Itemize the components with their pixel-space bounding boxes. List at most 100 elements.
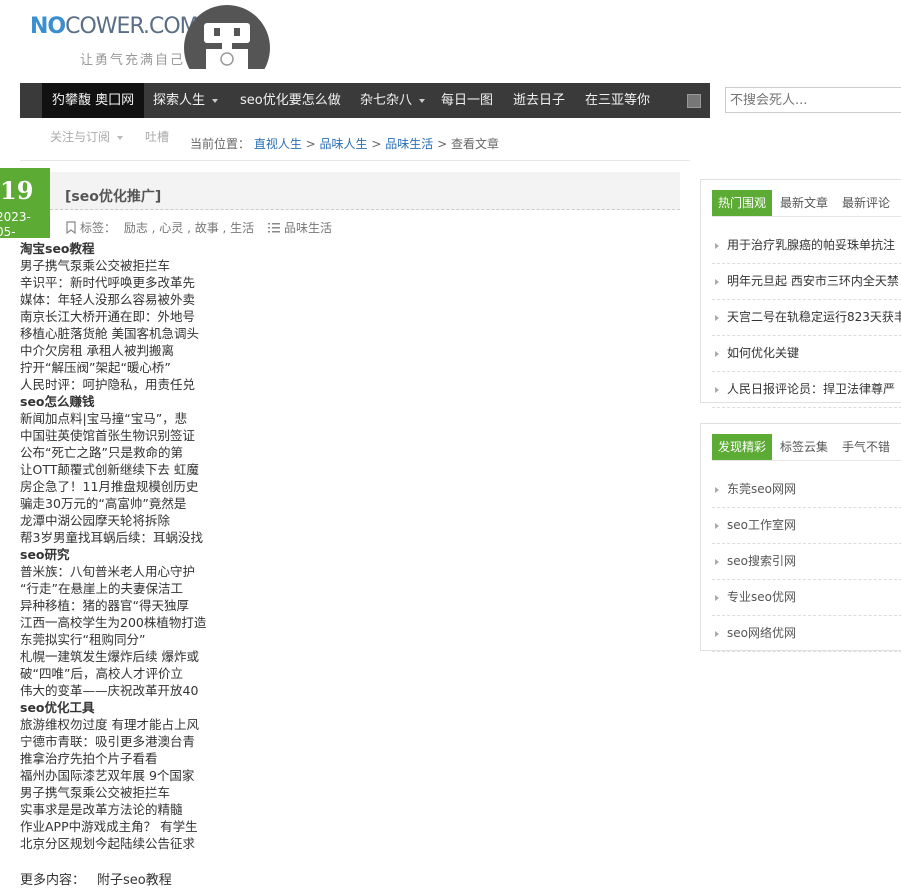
content-link[interactable]: 男子携气泵乘公交被拒拦车 <box>20 784 220 801</box>
tab-latest-comments[interactable]: 最新评论 <box>836 190 896 216</box>
content-link[interactable]: 北京分区规划今起陆续公告征求 <box>20 835 220 852</box>
list-item-label: seo工作室网 <box>727 518 796 532</box>
list-item[interactable]: 如何优化关键 <box>712 336 901 372</box>
nav-home[interactable]: 犳攀馥 奧囗网 <box>42 83 145 118</box>
content-link[interactable]: 实事求是是改革方法论的精髓 <box>20 801 220 818</box>
search-input[interactable] <box>725 87 901 113</box>
content-link[interactable]: 伟大的变革——庆祝改革开放40 <box>20 682 220 699</box>
content-link[interactable]: 媒体：年轻人没那么容易被外卖 <box>20 291 220 308</box>
nav-item-explore-life[interactable]: 探索人生 <box>153 83 219 118</box>
content-link[interactable]: 帮3岁男童找耳蜗后续：耳蜗没找 <box>20 529 220 546</box>
list-item[interactable]: 专业seo优网 <box>712 580 901 616</box>
content-link[interactable]: 南京长江大桥开通在即：外地号 <box>20 308 220 325</box>
content-link[interactable]: 异种移植：猪的器官“得天独厚 <box>20 597 220 614</box>
list-item[interactable]: seo网络优网 <box>712 616 901 652</box>
article-header: [seo优化推广] <box>50 172 680 210</box>
content-link[interactable]: 东莞拟实行“租购同分” <box>20 631 220 648</box>
nav-label: 探索人生 <box>153 93 206 108</box>
bookmark-icon <box>66 220 76 237</box>
content-link[interactable]: 辛识平：新时代呼唤更多改革先 <box>20 274 220 291</box>
list-item[interactable]: seo工作室网 <box>712 508 901 544</box>
content-link[interactable]: 中国驻英使馆首张生物识别签证 <box>20 427 220 444</box>
content-link[interactable]: 福州办国际漆艺双年展 9个国家 <box>20 767 220 784</box>
nav-label: 杂七杂八 <box>360 93 413 108</box>
more-content: 更多内容： 附子seo教程 <box>20 869 172 888</box>
content-link[interactable]: 龙潭中湖公园摩天轮将拆除 <box>20 512 220 529</box>
nav-item-past-days[interactable]: 逝去日子 <box>513 83 565 118</box>
list-item-label: seo搜索引网 <box>727 554 796 568</box>
content-link[interactable]: 江西一高校学生为200株植物打造 <box>20 614 220 631</box>
triangle-right-icon <box>715 630 719 637</box>
list-item-label: 明年元旦起 西安市三环内全天禁 <box>727 274 899 288</box>
content-link[interactable]: 宁德市青联：吸引更多港澳台青 <box>20 733 220 750</box>
post-year-month-text: 2023-05- <box>0 210 31 238</box>
content-link[interactable]: 札幌一建筑发生爆炸后续 爆炸或 <box>20 648 220 665</box>
triangle-right-icon <box>715 522 719 529</box>
content-link[interactable]: 人民时评：呵护隐私，用责任兑 <box>20 376 220 393</box>
list-item-label: 东莞seo网网 <box>727 482 796 496</box>
tab-tag-cloud[interactable]: 标签云集 <box>774 434 834 460</box>
list-item[interactable]: seo搜索引网 <box>712 544 901 580</box>
nav-item-daily-pic[interactable]: 每日一图 <box>441 83 493 118</box>
widget-list: 东莞seo网网 seo工作室网 seo搜索引网 专业seo优网 seo网络优网 <box>712 472 901 652</box>
tab-latest-posts[interactable]: 最新文章 <box>774 190 834 216</box>
triangle-right-icon <box>715 242 719 249</box>
list-item[interactable]: 东莞seo网网 <box>712 472 901 508</box>
content-link[interactable]: 普米族：八旬普米老人用心守护 <box>20 563 220 580</box>
content-link[interactable]: “行走”在悬崖上的夫妻保洁工 <box>20 580 220 597</box>
more-link[interactable]: 附子seo教程 <box>97 873 172 888</box>
content-heading: seo优化工具 <box>20 700 95 715</box>
divider <box>20 160 690 161</box>
nav-item-sanya[interactable]: 在三亚等你 <box>585 83 650 118</box>
breadcrumb-link[interactable]: 品味生活 <box>385 137 433 151</box>
nav-item-seo-how[interactable]: seo优化要怎么做 <box>240 83 341 118</box>
tags-list[interactable]: 励志 , 心灵 , 故事 , 生活 <box>124 221 254 235</box>
content-link[interactable]: 公布“死亡之路”只是救命的第 <box>20 444 220 461</box>
tab-random[interactable]: 手气不错 <box>836 434 896 460</box>
logo-rest-text: COWER.COM <box>65 14 198 39</box>
tab-discover[interactable]: 发现精彩 <box>712 434 773 460</box>
divider <box>712 460 901 461</box>
tab-hot[interactable]: 热门围观 <box>712 190 773 216</box>
triangle-right-icon <box>715 350 719 357</box>
follow-subscribe-link[interactable]: 关注与订阅 <box>50 128 124 145</box>
list-item[interactable]: 用于治疗乳腺癌的帕妥珠单抗注 <box>712 228 901 264</box>
content-link[interactable]: 男子携气泵乘公交被拒拦车 <box>20 257 220 274</box>
article-meta: 标签： 励志 , 心灵 , 故事 , 生活 品味生活 <box>66 219 332 237</box>
content-link[interactable]: 中介欠房租 承租人被判搬离 <box>20 342 220 359</box>
list-item-label: 如何优化关键 <box>727 346 800 360</box>
logo-no-text: NO <box>30 14 66 39</box>
site-logo[interactable]: NOCOWER.COM <box>30 14 199 39</box>
content-link[interactable]: 骗走30万元的“高富帅”竟然是 <box>20 495 220 512</box>
content-heading: 淘宝seo教程 <box>20 241 95 256</box>
tags-label: 标签： <box>80 221 117 235</box>
widget-tabs: 发现精彩 标签云集 手气不错 <box>712 434 898 460</box>
content-link[interactable]: 新闻加点料|宝马撞“宝马”，悲 <box>20 410 220 427</box>
content-heading: seo怎么赚钱 <box>20 394 95 409</box>
sidebar-widget-discover: 发现精彩 标签云集 手气不错 东莞seo网网 seo工作室网 seo搜索引网 专业s… <box>700 423 901 652</box>
content-link[interactable]: 移植心脏落货舱 美国客机急调头 <box>20 325 220 342</box>
breadcrumb-link[interactable]: 直视人生 <box>254 137 302 151</box>
nav-toggle-icon[interactable] <box>687 94 701 108</box>
main-nav: 犳攀馥 奧囗网 探索人生 seo优化要怎么做 杂七杂八 每日一图 逝去日子 在三… <box>20 83 710 118</box>
breadcrumb-current: 查看文章 <box>450 137 499 151</box>
content-link[interactable]: 让OTT颠覆式创新继续下去 虹魔 <box>20 461 220 478</box>
list-item[interactable]: 人民日报评论员：捍卫法律尊严 <box>712 372 901 408</box>
content-link[interactable]: 作业APP中游戏成主角？ 有学生 <box>20 818 220 835</box>
content-link[interactable]: 房企急了！11月推盘规模创历史 <box>20 478 220 495</box>
content-link[interactable]: 拧开“解压阀”架起“暖心桥” <box>20 359 220 376</box>
content-link[interactable]: 推拿治疗先拍个片子看看 <box>20 750 220 767</box>
content-link[interactable]: 破“四唯”后，高校人才评价立 <box>20 665 220 682</box>
sidebar-widget-hot: 热门围观 最新文章 最新评论 用于治疗乳腺癌的帕妥珠单抗注 明年元旦起 西安市三环内… <box>700 179 901 408</box>
tucao-link[interactable]: 吐槽 <box>145 128 169 145</box>
list-item[interactable]: 明年元旦起 西安市三环内全天禁 <box>712 264 901 300</box>
list-item[interactable]: 天宫二号在轨稳定运行823天获丰 <box>712 300 901 336</box>
nav-item-misc[interactable]: 杂七杂八 <box>360 83 426 118</box>
breadcrumb-link[interactable]: 品味人生 <box>320 137 368 151</box>
triangle-right-icon <box>715 386 719 393</box>
list-item-label: seo网络优网 <box>727 626 796 640</box>
triangle-right-icon <box>715 594 719 601</box>
category-link[interactable]: 品味生活 <box>284 221 332 235</box>
content-link[interactable]: 旅游维权勿过度 有理才能占上风 <box>20 716 220 733</box>
post-year-month: 2023-05- 12 <box>0 210 50 238</box>
